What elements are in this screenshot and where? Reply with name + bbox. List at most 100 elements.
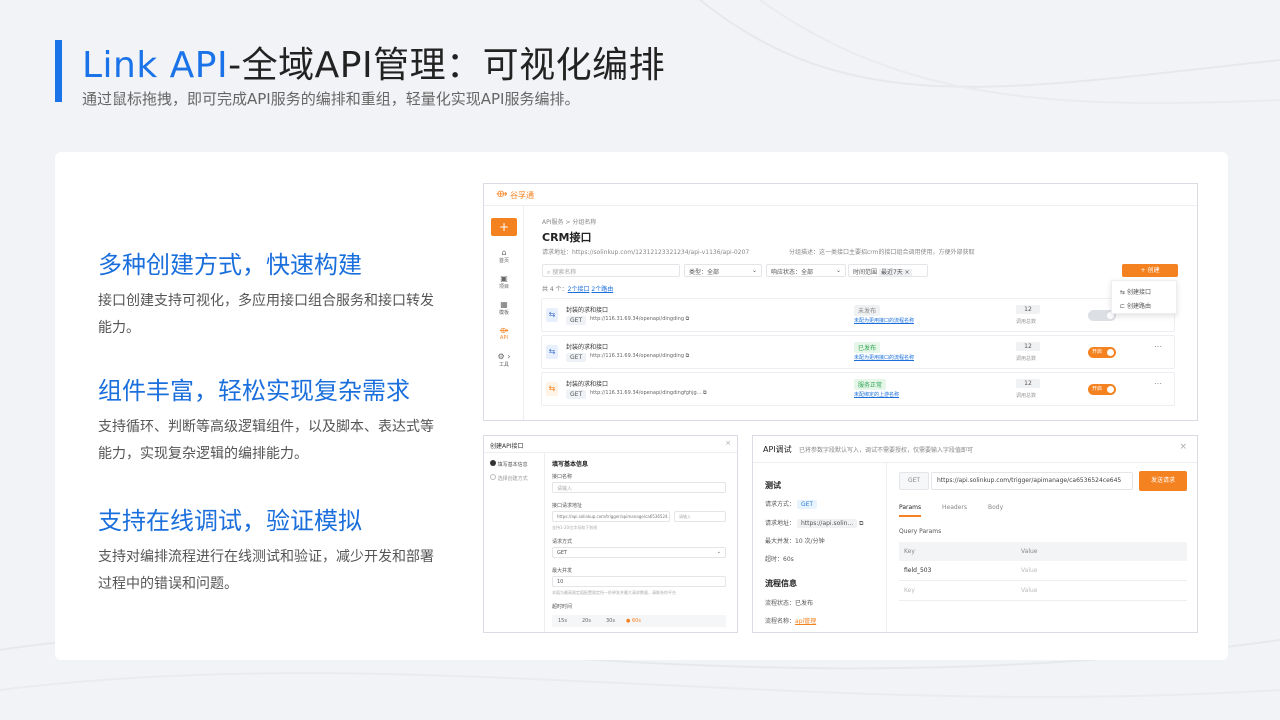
search-input[interactable]: ⌕ 搜索名称 — [542, 264, 680, 277]
count-link-interfaces[interactable]: 2个接口 — [568, 286, 590, 293]
copy-icon[interactable]: ⧉ — [859, 520, 863, 527]
api-row-method: GET — [566, 353, 587, 362]
method-info: 请求方式： GET — [765, 499, 818, 509]
tab-params[interactable]: Params — [899, 504, 921, 511]
api-row-count-label: 调用总数 — [1016, 393, 1037, 399]
api-row-url: http://116.31.69.34/openapi/dingding ⧉ — [590, 353, 689, 359]
chevron-down-icon: ⌄ — [716, 549, 721, 555]
sidebar-label: 首页 — [498, 258, 509, 264]
more-icon[interactable]: ⋯ — [1154, 379, 1162, 388]
request-method-select[interactable]: GET — [899, 472, 929, 490]
field-label: 接口名称 — [552, 474, 573, 480]
api-row-method: GET — [566, 316, 587, 325]
send-request-button[interactable]: 发送请求 — [1139, 471, 1187, 491]
chevron-down-icon: ⌄ — [835, 267, 841, 274]
api-row-flow-link[interactable]: 未配为更用接口的流程名称 — [854, 354, 914, 361]
group-desc: 分组描述：这一类接口主要招crm的接口组合调用使用，方便外部获取 — [789, 249, 975, 256]
divider — [484, 452, 737, 453]
timeout-option-selected[interactable]: ● 60s — [626, 618, 641, 624]
more-icon[interactable]: ⋯ — [1154, 342, 1162, 351]
dropdown-item-create-route[interactable]: ⊏ 创建路由 — [1120, 301, 1151, 310]
table-row[interactable]: field_503 Value — [899, 561, 1187, 581]
method-select[interactable]: GET ⌄ — [552, 547, 726, 558]
api-row-toggle[interactable]: 开启 — [1088, 347, 1116, 358]
close-icon[interactable]: × — [1179, 442, 1187, 452]
sidebar-item-home[interactable]: ⌂ 首页 — [490, 248, 518, 264]
time-filter-value: 最近7天 × — [878, 269, 912, 276]
feature-desc: 接口创建支持可视化，多应用接口组合服务和接口转发能力。 — [98, 293, 434, 336]
url-input[interactable]: https://api.solinkup.com/trigger/apimana… — [552, 511, 670, 522]
api-row-flow-link[interactable]: 未配为更用接口的流程名称 — [854, 317, 914, 324]
api-row[interactable]: ⇆ 封装的求和接口 GET http://116.31.69.34/openap… — [541, 298, 1175, 332]
field-label: 接口请求地址 — [552, 503, 583, 509]
sidebar-item-tools[interactable]: ⚙ › 工具 — [490, 352, 518, 368]
api-row-url-text: http://116.31.69.34/openapi/dingdingfghj… — [590, 390, 702, 396]
tab-headers[interactable]: Headers — [942, 504, 967, 511]
timeout-option[interactable]: 30s — [606, 618, 615, 624]
request-url-input[interactable]: https://api.solinkup.com/trigger/apimana… — [931, 472, 1133, 490]
step-dot-icon — [490, 474, 496, 480]
api-row-url-text: http://116.31.69.34/openapi/dingding — [590, 316, 685, 322]
table-row[interactable]: Key Value — [899, 581, 1187, 601]
tab-body[interactable]: Body — [988, 504, 1003, 511]
copy-icon[interactable]: ⧉ — [703, 390, 707, 396]
template-icon: ▦ — [500, 300, 508, 309]
brand-name: 谷孚通 — [510, 191, 534, 200]
timeout-option[interactable]: 20s — [582, 618, 591, 624]
api-debug-screenshot: API调试 已将参数字段默认写入，调试不需要授权，仅需要输入字段值即可 × 测试… — [752, 435, 1198, 633]
field-hint: 本值为最高限定值配置限定所一秒钟发并最大请求数量，请联系你平台 — [552, 590, 676, 595]
route-icon: ⊏ — [1120, 303, 1126, 310]
page-title: Link API-全域API管理：可视化编排 — [82, 36, 665, 88]
time-filter[interactable]: 时间范围 最近7天 × — [848, 264, 928, 277]
chevron-down-icon: ⌄ — [751, 267, 757, 274]
flow-name: 流程名称：api管理 — [765, 616, 816, 625]
count-link-routes[interactable]: 2个路由 — [591, 286, 613, 293]
status-badge: 已发布 — [854, 342, 881, 353]
type-filter[interactable]: 类型：全部 ⌄ — [684, 264, 762, 277]
sidebar-item-api[interactable]: ⟴ API — [490, 326, 518, 341]
copy-icon[interactable]: ⧉ — [686, 316, 690, 322]
sidebar-item-template[interactable]: ▦ 模板 — [490, 300, 518, 316]
params-table-header: Key Value — [899, 542, 1187, 561]
url-value: https://api.solin... — [796, 519, 858, 528]
create-button[interactable]: + 创建 — [1122, 264, 1178, 277]
method-badge: GET — [796, 500, 818, 509]
param-key[interactable]: field_503 — [904, 567, 931, 574]
param-value[interactable]: Value — [1021, 587, 1037, 594]
timeout-option[interactable]: 15s — [558, 618, 567, 624]
api-row-toggle[interactable]: 开启 — [1088, 384, 1116, 395]
title-accent-bar — [55, 40, 62, 102]
url-suffix-input[interactable]: 请输入 — [674, 511, 726, 522]
api-row[interactable]: ⇆ 封装的求和接口 GET http://116.31.69.34/openap… — [541, 372, 1175, 406]
api-row[interactable]: ⇆ 封装的求和接口 GET http://116.31.69.34/openap… — [541, 335, 1175, 369]
status-filter[interactable]: 响应状态：全部 ⌄ — [766, 264, 846, 277]
copy-icon[interactable]: ⧉ — [686, 353, 690, 359]
name-input[interactable]: 请输入 — [552, 482, 726, 493]
status-badge: 服务正常 — [854, 379, 887, 390]
dropdown-label: 创建接口 — [1126, 289, 1151, 296]
sidebar-item-project[interactable]: ▣ 项目 — [490, 274, 518, 290]
divider — [886, 463, 887, 632]
api-row-url-text: http://116.31.69.34/openapi/dingding — [590, 353, 685, 359]
param-value[interactable]: Value — [1021, 567, 1037, 574]
request-url: 请求地址：https://solinkup.com/12312123321234… — [542, 249, 750, 256]
api-row-flow-link[interactable]: 未配绑定的上游名称 — [854, 391, 899, 398]
add-button[interactable]: + — [491, 218, 517, 236]
concurrency-input[interactable]: 10 — [552, 576, 726, 587]
create-api-screenshot: 创建API接口 × 填写基本信息 选择创建方式 填写基本信息 接口名称 请输入 … — [483, 435, 738, 633]
flow-name-label: 流程名称： — [765, 618, 796, 625]
section-title: 填写基本信息 — [552, 461, 589, 468]
step-dot-icon — [490, 460, 496, 466]
param-key[interactable]: Key — [904, 587, 915, 594]
close-icon[interactable]: × — [725, 439, 731, 447]
url-info: 请求地址： https://api.solin... ⧉ — [765, 518, 863, 528]
query-params-title: Query Params — [899, 528, 942, 535]
api-row-url: http://116.31.69.34/openapi/dingding ⧉ — [590, 316, 689, 322]
dropdown-item-create-interface[interactable]: ⇆ 创建接口 — [1120, 287, 1151, 296]
flow-name-link[interactable]: api管理 — [795, 618, 816, 625]
step-label: 选择创建方式 — [497, 476, 528, 482]
step-label: 填写基本信息 — [497, 462, 528, 468]
sidebar-label: 项目 — [498, 284, 509, 290]
sidebar-label: API — [500, 335, 508, 341]
sidebar-label: 模板 — [498, 310, 509, 316]
